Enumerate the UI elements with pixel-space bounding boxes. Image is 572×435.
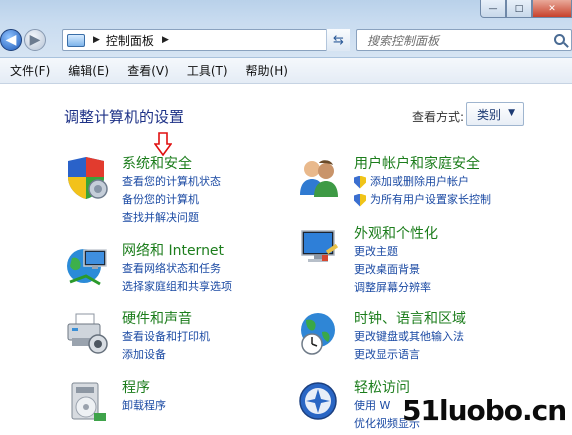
category-title-hardware-sound[interactable]: 硬件和声音 (122, 310, 210, 328)
view-by-dropdown[interactable]: 类别 ▼ (466, 102, 524, 126)
menu-view[interactable]: 查看(V) (121, 59, 175, 82)
users-icon[interactable] (296, 155, 342, 201)
network-globe-icon[interactable] (64, 242, 110, 288)
category-network: 网络和 Internet 查看网络状态和任务 选择家庭组和共享选项 (64, 242, 232, 296)
link-network-status[interactable]: 查看网络状态和任务 (122, 260, 232, 278)
link-add-remove-accounts-label: 添加或删除用户帐户 (370, 175, 469, 188)
control-panel-content: 调整计算机的设置 查看方式: 类别 ▼ 系统和安全 查看您的计算机状态 备份您的… (0, 85, 572, 435)
menu-tools[interactable]: 工具(T) (181, 59, 234, 82)
back-button[interactable]: ◀ (0, 29, 22, 51)
link-backup-computer[interactable]: 备份您的计算机 (122, 191, 221, 209)
maximize-button[interactable]: □ (506, 0, 532, 18)
category-system-security: 系统和安全 查看您的计算机状态 备份您的计算机 查找并解决问题 (64, 155, 221, 227)
clock-globe-icon[interactable] (296, 310, 342, 356)
category-appearance: 外观和个性化 更改主题 更改桌面背景 调整屏幕分辨率 (296, 225, 438, 297)
uac-shield-icon (354, 193, 366, 207)
category-clock-region: 时钟、语言和区域 更改键盘或其他输入法 更改显示语言 (296, 310, 466, 364)
category-hardware-sound: 硬件和声音 查看设备和打印机 添加设备 (64, 310, 210, 364)
printer-icon[interactable] (64, 310, 110, 356)
breadcrumb-chevron-icon[interactable]: ▶ (162, 35, 169, 45)
link-homegroup-sharing[interactable]: 选择家庭组和共享选项 (122, 278, 232, 296)
close-button[interactable]: ✕ (532, 0, 572, 18)
chevron-down-icon: ▼ (508, 108, 515, 118)
link-screen-resolution[interactable]: 调整屏幕分辨率 (354, 279, 438, 297)
category-title-appearance[interactable]: 外观和个性化 (354, 225, 438, 243)
shield-icon[interactable] (64, 155, 110, 201)
link-change-display-language[interactable]: 更改显示语言 (354, 346, 466, 364)
menu-help[interactable]: 帮助(H) (240, 59, 294, 82)
watermark: 51luobo.cn (402, 394, 567, 427)
link-parental-controls[interactable]: 为所有用户设置家长控制 (354, 191, 491, 209)
link-change-input-method[interactable]: 更改键盘或其他输入法 (354, 328, 466, 346)
minimize-button[interactable]: — (480, 0, 506, 18)
ease-of-access-icon[interactable] (296, 379, 342, 425)
address-bar[interactable]: ▶ 控制面板 ▶ ▼ (62, 29, 350, 51)
category-user-accounts: 用户帐户和家庭安全 添加或删除用户帐户 为所有用户设置家长控制 (296, 155, 491, 209)
menu-edit[interactable]: 编辑(E) (62, 59, 115, 82)
category-title-clock-region[interactable]: 时钟、语言和区域 (354, 310, 466, 328)
window-titlebar: — □ ✕ ◀ ▶ ▶ 控制面板 ▶ ▼ ⇆ 搜索控制面板 (0, 0, 572, 58)
category-title-programs[interactable]: 程序 (122, 379, 166, 397)
category-title-user-accounts[interactable]: 用户帐户和家庭安全 (354, 155, 491, 173)
link-troubleshoot[interactable]: 查找并解决问题 (122, 209, 221, 227)
programs-icon[interactable] (64, 379, 110, 425)
uac-shield-icon (354, 175, 366, 189)
link-add-remove-accounts[interactable]: 添加或删除用户帐户 (354, 173, 491, 191)
refresh-button[interactable]: ⇆ (326, 29, 350, 51)
link-change-background[interactable]: 更改桌面背景 (354, 261, 438, 279)
view-by-label: 查看方式: (412, 110, 465, 124)
link-change-theme[interactable]: 更改主题 (354, 243, 438, 261)
window-controls: — □ ✕ (480, 0, 572, 18)
category-programs: 程序 卸载程序 (64, 379, 166, 425)
monitor-paint-icon[interactable] (296, 225, 342, 271)
page-title: 调整计算机的设置 (64, 108, 185, 126)
link-view-computer-status[interactable]: 查看您的计算机状态 (122, 173, 221, 191)
link-uninstall-program[interactable]: 卸载程序 (122, 397, 166, 415)
breadcrumb-control-panel[interactable]: 控制面板 (106, 32, 154, 49)
link-parental-controls-label: 为所有用户设置家长控制 (370, 193, 491, 206)
search-icon[interactable] (554, 34, 565, 45)
forward-button[interactable]: ▶ (24, 29, 46, 51)
category-title-system-security[interactable]: 系统和安全 (122, 155, 221, 173)
red-arrow-icon (154, 132, 172, 156)
search-input[interactable]: 搜索控制面板 (356, 29, 572, 51)
breadcrumb-separator-icon[interactable]: ▶ (93, 35, 100, 45)
link-devices-printers[interactable]: 查看设备和打印机 (122, 328, 210, 346)
search-placeholder: 搜索控制面板 (367, 33, 440, 48)
link-add-device[interactable]: 添加设备 (122, 346, 210, 364)
menu-bar: 文件(F) 编辑(E) 查看(V) 工具(T) 帮助(H) (0, 58, 572, 84)
menu-file[interactable]: 文件(F) (4, 59, 56, 82)
control-panel-icon (67, 33, 85, 47)
view-by-value: 类别 (477, 107, 502, 122)
category-title-network[interactable]: 网络和 Internet (122, 242, 232, 260)
